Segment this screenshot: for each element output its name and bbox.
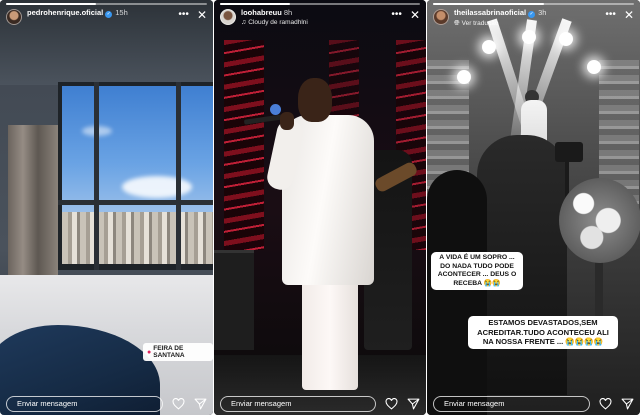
reply-input[interactable]: Enviar mensagem bbox=[433, 396, 590, 412]
translate-label: Ver tradução bbox=[461, 20, 499, 27]
story-2-photo bbox=[214, 0, 426, 415]
more-horizontal-icon[interactable]: ••• bbox=[391, 8, 402, 22]
story-card-1[interactable]: pedrohenrique.oficial ✓ 15h ••• ✕ ● FEIRA … bbox=[0, 0, 213, 415]
close-icon[interactable]: ✕ bbox=[197, 8, 207, 22]
heart-icon[interactable] bbox=[171, 397, 185, 411]
story-progress-fill bbox=[6, 3, 97, 5]
translate-link[interactable]: 🌐︎ Ver tradução bbox=[454, 19, 597, 28]
verified-badge-icon: ✓ bbox=[105, 11, 113, 18]
verified-badge-icon: ✓ bbox=[528, 11, 536, 18]
story-card-3[interactable]: theilassabrinaoficial ✓ 3h 🌐︎ Ver tradução … bbox=[427, 0, 640, 415]
avatar[interactable] bbox=[6, 9, 22, 25]
close-icon[interactable]: ✕ bbox=[624, 8, 634, 22]
location-pin-icon: ● bbox=[147, 348, 152, 356]
story-card-2[interactable]: loohabreuu 8h ♫ Cloudy de ramadhlni ••• ✕ … bbox=[214, 0, 426, 415]
story-footer: Enviar mensagem bbox=[220, 395, 420, 413]
music-attribution[interactable]: ♫ Cloudy de ramadhlni bbox=[241, 18, 383, 27]
send-icon[interactable] bbox=[193, 397, 207, 411]
story-3-photo bbox=[427, 0, 640, 415]
location-label: FEIRA DE SANTANA bbox=[153, 345, 185, 359]
username[interactable]: theilassabrinaoficial bbox=[454, 8, 526, 17]
avatar[interactable] bbox=[220, 9, 236, 25]
location-sticker[interactable]: ● FEIRA DE SANTANA bbox=[143, 343, 213, 361]
story-progress-fill bbox=[220, 3, 290, 5]
window-image bbox=[58, 82, 213, 270]
username[interactable]: pedrohenrique.oficial bbox=[27, 8, 103, 17]
music-note-icon: ♫ bbox=[241, 19, 247, 26]
close-icon[interactable]: ✕ bbox=[410, 8, 420, 22]
translate-icon: 🌐︎ bbox=[454, 20, 460, 27]
story-progress-bar bbox=[220, 3, 420, 5]
story-footer: Enviar mensagem bbox=[433, 395, 634, 413]
story-progress-bar bbox=[6, 3, 207, 5]
story-footer: Enviar mensagem bbox=[6, 395, 207, 413]
music-label: Cloudy de ramadhlni bbox=[248, 19, 308, 26]
send-icon[interactable] bbox=[620, 397, 634, 411]
send-icon[interactable] bbox=[406, 397, 420, 411]
story-header: pedrohenrique.oficial ✓ 15h ••• ✕ bbox=[6, 8, 207, 30]
reply-input[interactable]: Enviar mensagem bbox=[6, 396, 163, 412]
reply-input[interactable]: Enviar mensagem bbox=[220, 396, 376, 412]
post-time: 15h bbox=[115, 8, 128, 17]
more-horizontal-icon[interactable]: ••• bbox=[178, 8, 189, 22]
story-caption: ESTAMOS DEVASTADOS,SEM ACREDITAR.TUDO AC… bbox=[468, 316, 618, 349]
story-caption: A VIDA É UM SOPRO ... DO NADA TUDO PODE … bbox=[431, 252, 523, 290]
heart-icon[interactable] bbox=[598, 397, 612, 411]
post-time: 3h bbox=[538, 8, 547, 17]
story-progress-bar bbox=[433, 3, 634, 5]
more-horizontal-icon[interactable]: ••• bbox=[605, 8, 616, 22]
story-progress-fill bbox=[433, 3, 544, 5]
heart-icon[interactable] bbox=[384, 397, 398, 411]
post-time: 8h bbox=[283, 8, 293, 17]
story-header: theilassabrinaoficial ✓ 3h 🌐︎ Ver tradução … bbox=[433, 8, 634, 30]
avatar[interactable] bbox=[433, 9, 449, 25]
story-header: loohabreuu 8h ♫ Cloudy de ramadhlni ••• ✕ bbox=[220, 8, 420, 30]
username[interactable]: loohabreuu bbox=[241, 8, 282, 17]
